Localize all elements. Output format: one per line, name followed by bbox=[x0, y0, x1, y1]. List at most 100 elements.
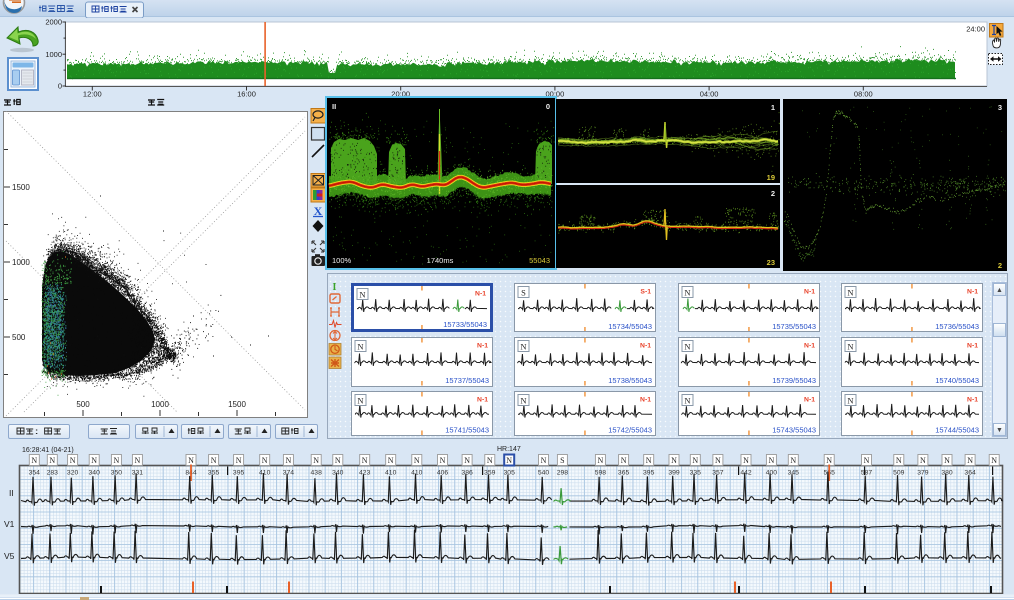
svg-text:355: 355 bbox=[208, 470, 220, 477]
svg-text:N: N bbox=[487, 456, 493, 465]
svg-text:S: S bbox=[521, 287, 526, 297]
svg-text:S-1: S-1 bbox=[641, 288, 652, 295]
svg-text:365: 365 bbox=[618, 470, 630, 477]
svg-text:350: 350 bbox=[111, 470, 123, 477]
svg-text:N: N bbox=[847, 396, 853, 406]
svg-text:N-1: N-1 bbox=[477, 397, 488, 404]
svg-text:N-1: N-1 bbox=[804, 288, 815, 295]
svg-text:15733/55043: 15733/55043 bbox=[444, 320, 488, 329]
svg-text:I: I bbox=[333, 282, 337, 293]
svg-text:N: N bbox=[286, 456, 292, 465]
svg-text:II: II bbox=[9, 488, 14, 498]
svg-text:2: 2 bbox=[771, 189, 775, 198]
svg-text:357: 357 bbox=[712, 470, 724, 477]
svg-text:N: N bbox=[70, 456, 76, 465]
svg-text:15743/55043: 15743/55043 bbox=[772, 426, 816, 435]
svg-text:N: N bbox=[188, 456, 194, 465]
svg-text:N: N bbox=[358, 342, 364, 352]
svg-text:N: N bbox=[944, 456, 950, 465]
svg-text:540: 540 bbox=[538, 470, 550, 477]
svg-text:509: 509 bbox=[893, 470, 905, 477]
svg-text:N: N bbox=[91, 456, 97, 465]
svg-text:V5: V5 bbox=[4, 551, 15, 561]
svg-text:15740/55043: 15740/55043 bbox=[935, 376, 979, 385]
svg-text:N: N bbox=[671, 456, 677, 465]
svg-text:N-1: N-1 bbox=[640, 343, 651, 350]
svg-text:N: N bbox=[896, 456, 902, 465]
svg-text:320: 320 bbox=[67, 470, 79, 477]
svg-text:N: N bbox=[362, 456, 368, 465]
svg-text:380: 380 bbox=[941, 470, 953, 477]
svg-text:283: 283 bbox=[47, 470, 59, 477]
svg-text:1740ms: 1740ms bbox=[427, 256, 454, 265]
svg-text:N-1: N-1 bbox=[804, 343, 815, 350]
svg-text:55043: 55043 bbox=[529, 256, 550, 265]
svg-text:335: 335 bbox=[690, 470, 702, 477]
svg-text:100%: 100% bbox=[332, 256, 352, 265]
svg-text:15741/55043: 15741/55043 bbox=[446, 426, 490, 435]
svg-text:400: 400 bbox=[766, 470, 778, 477]
svg-text:410: 410 bbox=[411, 470, 423, 477]
svg-text:15736/55043: 15736/55043 bbox=[935, 322, 979, 331]
svg-text:298: 298 bbox=[557, 470, 569, 477]
svg-text:399: 399 bbox=[668, 470, 680, 477]
svg-text:V1: V1 bbox=[4, 519, 15, 529]
svg-text:N: N bbox=[335, 456, 341, 465]
svg-text:N: N bbox=[920, 456, 926, 465]
svg-text:N: N bbox=[967, 456, 973, 465]
svg-text:N-1: N-1 bbox=[477, 343, 488, 350]
svg-text:340: 340 bbox=[89, 470, 101, 477]
svg-text:1: 1 bbox=[771, 103, 775, 112]
svg-text:N: N bbox=[388, 456, 394, 465]
svg-text:S: S bbox=[560, 456, 564, 465]
svg-text:II: II bbox=[332, 102, 336, 111]
svg-text:410: 410 bbox=[259, 470, 271, 477]
svg-text:N: N bbox=[715, 456, 721, 465]
svg-text:N: N bbox=[440, 456, 446, 465]
svg-text:N: N bbox=[49, 456, 55, 465]
svg-text:345: 345 bbox=[788, 470, 800, 477]
svg-text:N-1: N-1 bbox=[804, 397, 815, 404]
svg-text:N: N bbox=[521, 396, 527, 406]
svg-text:500: 500 bbox=[76, 400, 90, 409]
svg-text:340: 340 bbox=[332, 470, 344, 477]
svg-text:19: 19 bbox=[767, 173, 775, 182]
svg-text:N-1: N-1 bbox=[967, 288, 978, 295]
svg-text:N: N bbox=[847, 342, 853, 352]
svg-text:1500: 1500 bbox=[12, 183, 30, 192]
svg-text:331: 331 bbox=[132, 470, 144, 477]
svg-text:N: N bbox=[826, 456, 832, 465]
svg-text:N-1: N-1 bbox=[475, 290, 486, 297]
svg-text:500: 500 bbox=[12, 333, 26, 342]
svg-text:N: N bbox=[464, 456, 470, 465]
svg-text:N: N bbox=[211, 456, 217, 465]
svg-text:N-1: N-1 bbox=[967, 343, 978, 350]
svg-text:N: N bbox=[790, 456, 796, 465]
svg-text:15735/55043: 15735/55043 bbox=[772, 322, 816, 331]
svg-text:406: 406 bbox=[437, 470, 449, 477]
svg-text:2000: 2000 bbox=[45, 18, 62, 27]
svg-text:386: 386 bbox=[461, 470, 473, 477]
svg-text:N: N bbox=[358, 396, 364, 406]
svg-text:N: N bbox=[521, 342, 527, 352]
svg-text:N-1: N-1 bbox=[640, 397, 651, 404]
svg-text:598: 598 bbox=[595, 470, 607, 477]
svg-text:N: N bbox=[114, 456, 120, 465]
svg-text:15739/55043: 15739/55043 bbox=[772, 376, 816, 385]
svg-text:438: 438 bbox=[311, 470, 323, 477]
svg-text:410: 410 bbox=[385, 470, 397, 477]
svg-text:374: 374 bbox=[283, 470, 295, 477]
svg-text:N-1: N-1 bbox=[967, 397, 978, 404]
svg-text:15734/55043: 15734/55043 bbox=[609, 322, 653, 331]
svg-text:1000: 1000 bbox=[12, 258, 30, 267]
svg-text:N: N bbox=[506, 456, 512, 465]
svg-text:N: N bbox=[646, 456, 652, 465]
svg-text:N: N bbox=[313, 456, 319, 465]
svg-text:0: 0 bbox=[58, 82, 62, 91]
svg-text:2: 2 bbox=[998, 261, 1002, 270]
svg-text:442: 442 bbox=[740, 470, 752, 477]
svg-text:15742/55043: 15742/55043 bbox=[609, 426, 653, 435]
svg-text:N: N bbox=[991, 456, 997, 465]
svg-text:N: N bbox=[692, 456, 698, 465]
svg-text:1000: 1000 bbox=[151, 400, 169, 409]
